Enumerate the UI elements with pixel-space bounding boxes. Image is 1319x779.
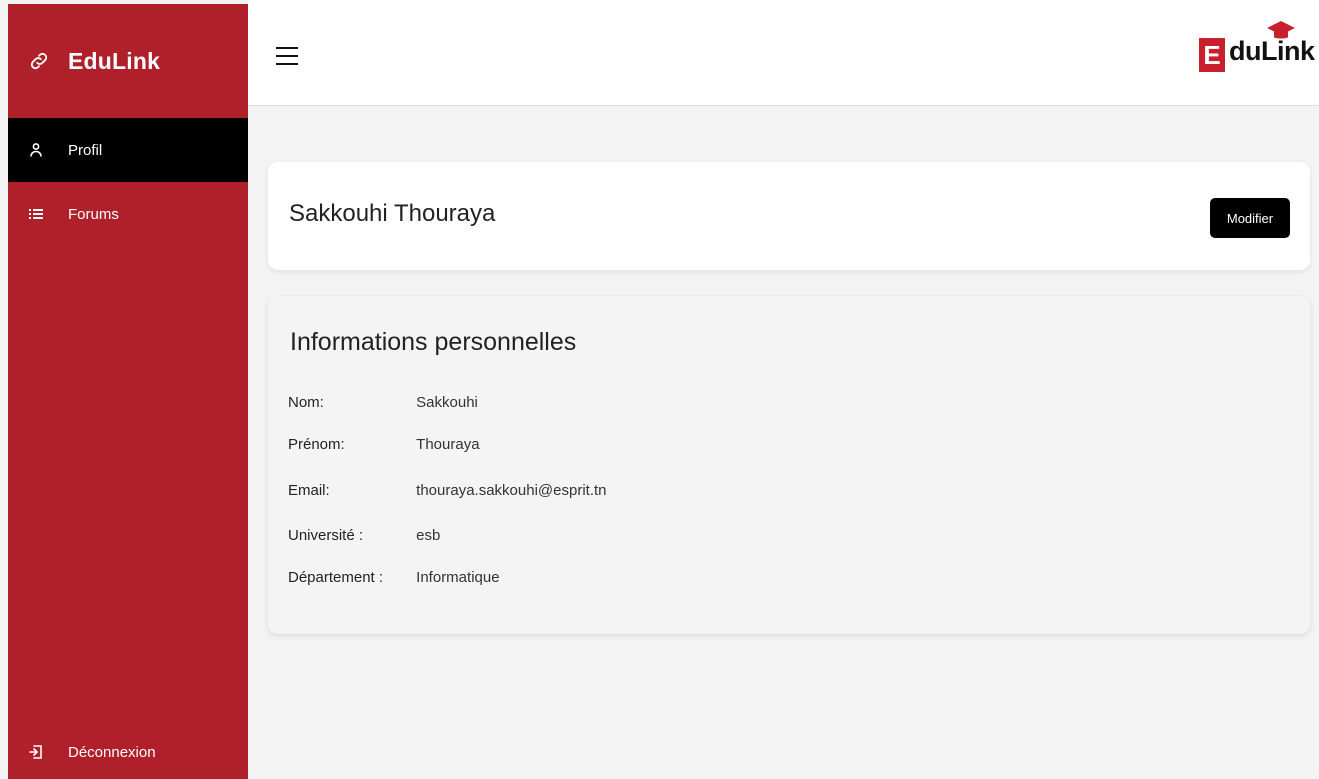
hamburger-menu-icon[interactable] [276, 47, 298, 65]
logout-button[interactable]: Déconnexion [8, 725, 248, 779]
logo-letter: E [1199, 38, 1225, 72]
sidebar-item-label: Forums [68, 205, 119, 223]
info-row-email: Email: thouraya.sakkouhi@esprit.tn [288, 482, 607, 506]
edit-profile-button[interactable]: Modifier [1210, 198, 1290, 238]
info-label: Nom: [288, 394, 324, 411]
brand-name: EduLink [68, 47, 161, 74]
info-row-nom: Nom: Sakkouhi [288, 394, 478, 418]
sidebar-item-label: Profil [68, 141, 103, 159]
profile-header-card: Sakkouhi Thouraya Modifier [268, 162, 1310, 270]
logout-label: Déconnexion [68, 743, 156, 761]
section-title: Informations personnelles [290, 328, 577, 356]
sidebar-item-forums[interactable]: Forums [8, 182, 248, 246]
info-value: Informatique [416, 569, 500, 586]
sidebar: EduLink Profil Forums Déconnexion [8, 4, 248, 779]
info-label: Département : [288, 569, 384, 586]
logout-icon [29, 745, 42, 759]
logo-text: duLink [1229, 36, 1315, 66]
personal-info-card: Informations personnelles Nom: Sakkouhi … [268, 296, 1310, 634]
user-icon [30, 143, 42, 157]
sidebar-item-profil[interactable]: Profil [8, 118, 248, 182]
info-value: esb [416, 527, 441, 544]
info-row-prenom: Prénom: Thouraya [288, 436, 480, 460]
info-value: Sakkouhi [416, 394, 478, 411]
info-label: Email: [288, 482, 330, 499]
profile-full-name: Sakkouhi Thouraya [289, 200, 496, 227]
info-row-universite: Université : esb [288, 527, 440, 551]
info-label: Prénom: [288, 436, 345, 453]
topbar: E duLink [248, 0, 1319, 106]
info-value: thouraya.sakkouhi@esprit.tn [416, 482, 607, 499]
list-icon [29, 209, 43, 219]
link-icon [30, 52, 48, 70]
app-root: EduLink Profil Forums Déconnexion E duLi… [0, 0, 1319, 779]
edulink-logo: E duLink [1199, 20, 1315, 92]
sidebar-brand[interactable]: EduLink [8, 4, 248, 118]
info-row-departement: Département : Informatique [288, 569, 500, 593]
info-value: Thouraya [416, 436, 480, 453]
info-label: Université : [288, 527, 364, 544]
